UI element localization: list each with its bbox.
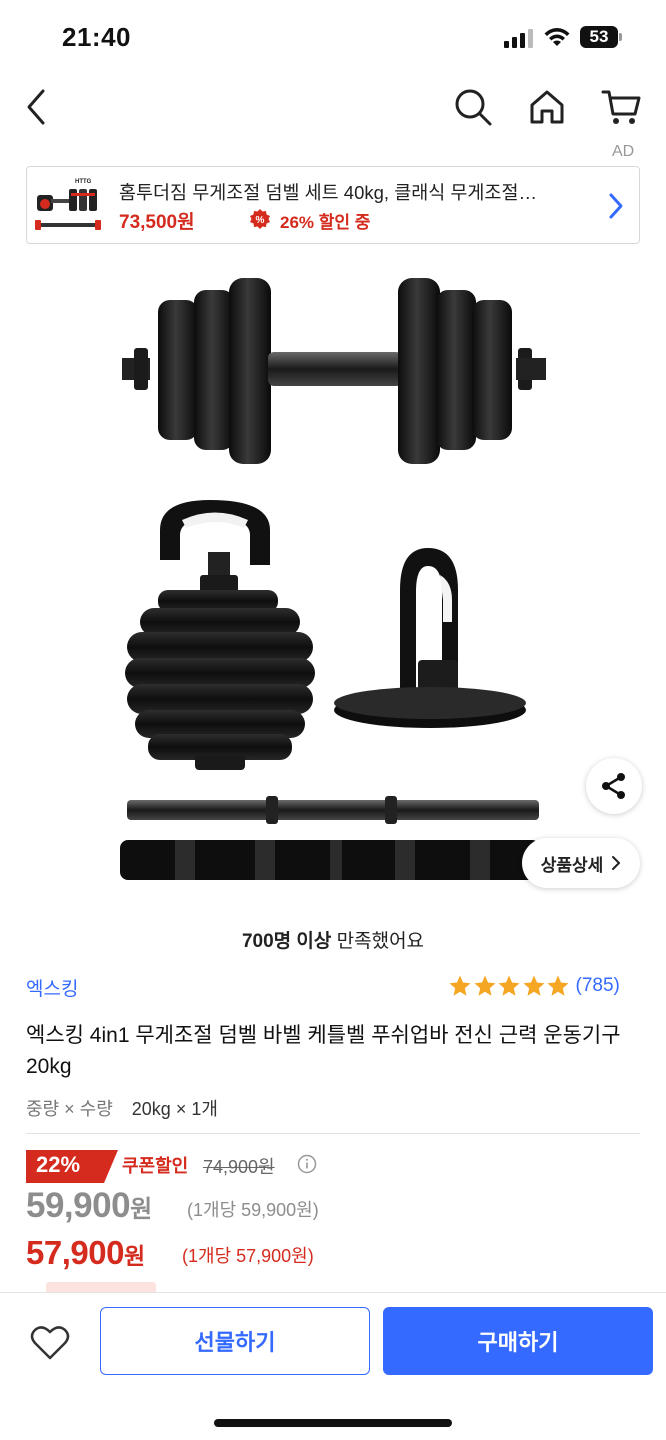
ad-title: 홈투더짐 무게조절 덤벨 세트 40kg, 클래식 무게조절… bbox=[119, 182, 537, 203]
share-button[interactable] bbox=[586, 758, 642, 814]
cart-icon bbox=[601, 90, 641, 124]
star-icon bbox=[523, 975, 544, 996]
ad-banner[interactable]: HTTG 홈투더짐 무게조절 덤벨 세트 40kg, 클래식 무게조절… 73,… bbox=[26, 166, 640, 244]
wifi-icon bbox=[544, 28, 570, 46]
option-label: 중량 × 수량 bbox=[26, 1099, 113, 1119]
chevron-right-icon bbox=[609, 193, 623, 219]
coupon-price-unit: 원 bbox=[123, 1243, 145, 1269]
brand-link[interactable]: 엑스킹 bbox=[26, 974, 78, 1001]
product-image[interactable] bbox=[0, 262, 666, 902]
chevron-right-icon bbox=[612, 856, 621, 870]
ad-discount: 26% 할인 중 bbox=[280, 213, 371, 232]
cart-button[interactable] bbox=[598, 84, 644, 130]
rating[interactable]: (785) bbox=[448, 972, 620, 1000]
ad-thumbnail: HTTG bbox=[35, 179, 101, 230]
home-indicator bbox=[214, 1419, 452, 1427]
share-icon bbox=[602, 773, 625, 799]
ad-label: AD bbox=[612, 143, 635, 160]
ad-price: 73,500원 bbox=[119, 212, 195, 233]
star-icon bbox=[474, 975, 495, 996]
search-icon bbox=[455, 89, 492, 126]
back-button[interactable] bbox=[14, 84, 60, 130]
option-value: 20kg × 1개 bbox=[131, 1099, 218, 1119]
home-icon bbox=[530, 90, 564, 124]
satisfaction-rest: 만족했어요 bbox=[331, 931, 425, 952]
coupon-price-per-unit: (1개당 57,900원) bbox=[182, 1246, 314, 1266]
star-icon bbox=[498, 975, 520, 996]
star-icon bbox=[449, 975, 471, 996]
product-detail-button[interactable]: 상품상세 bbox=[522, 838, 640, 888]
star-icon bbox=[547, 975, 569, 996]
svg-text:HTTG: HTTG bbox=[75, 179, 92, 185]
kettlebell-illustration bbox=[125, 500, 315, 770]
barbell-bar-illustration bbox=[120, 796, 540, 880]
top-navigation bbox=[0, 70, 666, 144]
coupon-price-value: 57,900 bbox=[26, 1234, 124, 1271]
dumbbell-illustration bbox=[122, 278, 546, 464]
discount-badge-icon: % bbox=[250, 209, 270, 229]
sale-price-per-unit: (1개당 59,900원) bbox=[187, 1200, 319, 1220]
search-button[interactable] bbox=[450, 84, 496, 130]
satisfaction-text: 700명 이상 만족했어요 bbox=[0, 926, 666, 953]
wishlist-button[interactable] bbox=[22, 1315, 78, 1371]
bottom-action-bar: 선물하기 구매하기 bbox=[0, 1292, 666, 1440]
discount-rate: 22% bbox=[36, 1152, 81, 1177]
satisfaction-count: 700명 이상 bbox=[241, 931, 332, 952]
option-row: 중량 × 수량 20kg × 1개 bbox=[26, 1095, 218, 1121]
buy-button[interactable]: 구매하기 bbox=[383, 1307, 653, 1375]
original-price: 74,900원 bbox=[203, 1157, 275, 1177]
battery-level: 53 bbox=[589, 27, 609, 46]
sale-price-value: 59,900 bbox=[26, 1186, 131, 1225]
home-button[interactable] bbox=[524, 84, 570, 130]
status-bar: 21:40 53 bbox=[0, 0, 666, 70]
pushup-handle-illustration bbox=[334, 548, 526, 728]
product-title: 엑스킹 4in1 무게조절 덤벨 바벨 케틀벨 푸쉬업바 전신 근력 운동기구 … bbox=[26, 1024, 621, 1078]
product-detail-label: 상품상세 bbox=[540, 855, 604, 875]
gift-button[interactable]: 선물하기 bbox=[100, 1307, 370, 1375]
svg-text:%: % bbox=[256, 215, 265, 226]
back-icon bbox=[27, 89, 45, 125]
status-time: 21:40 bbox=[62, 22, 131, 52]
coupon-label: 쿠폰할인 bbox=[122, 1156, 189, 1176]
sale-price-unit: 원 bbox=[130, 1196, 152, 1223]
heart-icon bbox=[30, 1326, 70, 1360]
rating-count: (785) bbox=[575, 975, 620, 996]
sale-price: 59,900원 bbox=[26, 1186, 152, 1226]
info-icon[interactable] bbox=[297, 1154, 317, 1174]
coupon-price: 57,900원 bbox=[26, 1234, 145, 1272]
battery-indicator: 53 bbox=[580, 26, 624, 48]
divider bbox=[26, 1133, 640, 1134]
cellular-signal-icon bbox=[504, 29, 533, 48]
